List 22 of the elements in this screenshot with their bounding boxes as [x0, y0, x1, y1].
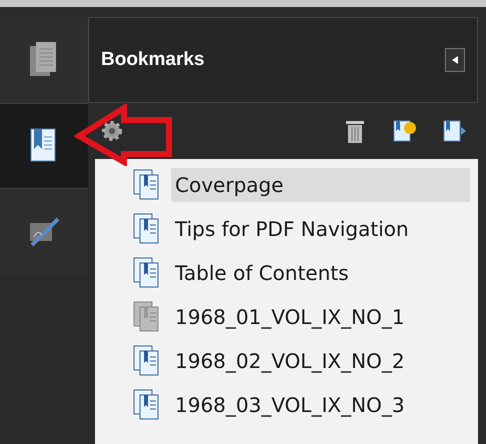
- collapse-button[interactable]: [445, 48, 465, 72]
- pages-icon: [29, 41, 59, 79]
- bookmark-icon: [133, 389, 161, 421]
- bookmark-item[interactable]: 1968_01_VOL_IX_NO_1: [171, 300, 409, 334]
- sidebar-tab[interactable]: [0, 17, 88, 103]
- bookmark-item[interactable]: Coverpage: [171, 168, 470, 202]
- bookmark-arrow-icon: [442, 118, 468, 144]
- trash-icon: [345, 119, 365, 143]
- bookmark-item[interactable]: 1968_03_VOL_IX_NO_3: [171, 388, 409, 422]
- left-triangle-icon: [452, 56, 458, 64]
- bookmark-item[interactable]: Table of Contents: [171, 256, 353, 290]
- bookmark-icon: [133, 257, 161, 289]
- pen-page-icon: [28, 217, 60, 247]
- bookmark-icon: [133, 213, 161, 245]
- bookmark-item[interactable]: Tips for PDF Navigation: [171, 212, 413, 246]
- bookmark-icon: [133, 345, 161, 377]
- bookmark-item[interactable]: 1968_02_VOL_IX_NO_2: [171, 344, 409, 378]
- gear-icon: [101, 120, 123, 142]
- sidebar-tab[interactable]: [0, 103, 88, 189]
- bookmark-icon: [133, 169, 161, 201]
- bookmark-icon: [133, 301, 161, 333]
- panel-title: Bookmarks: [101, 48, 204, 72]
